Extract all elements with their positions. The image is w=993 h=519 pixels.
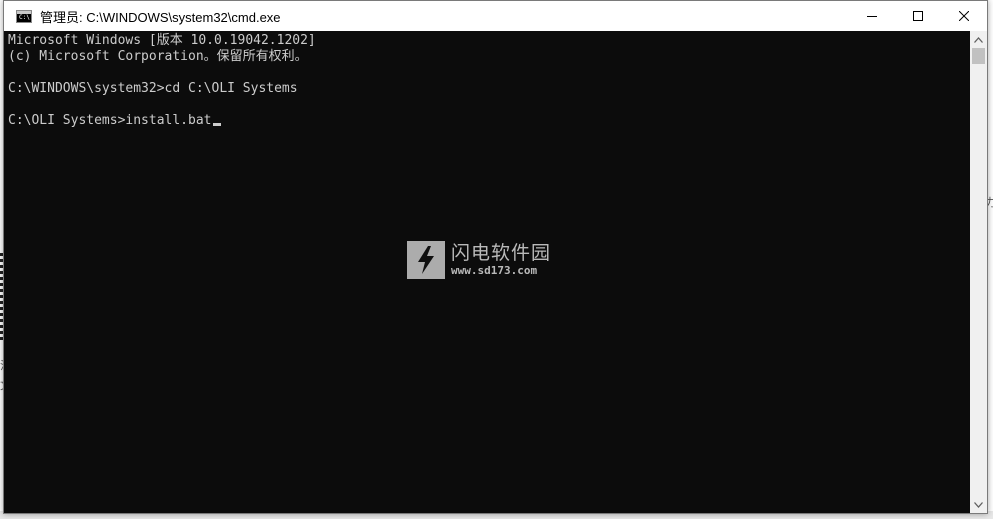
watermark-name: 闪电软件园 bbox=[451, 242, 552, 264]
cmd-window[interactable]: C:\ 管理员: C:\WINDOWS\system32\cmd.exe Mic… bbox=[3, 0, 988, 514]
text-cursor bbox=[212, 123, 221, 126]
maximize-icon bbox=[913, 11, 923, 21]
console-line: (c) Microsoft Corporation。保留所有权利。 bbox=[8, 49, 308, 64]
minimize-button[interactable] bbox=[849, 1, 895, 31]
lightning-icon bbox=[407, 241, 445, 279]
scrollbar-thumb[interactable] bbox=[972, 48, 985, 64]
chevron-down-icon bbox=[974, 501, 983, 508]
scroll-up-button[interactable] bbox=[970, 31, 987, 48]
maximize-button[interactable] bbox=[895, 1, 941, 31]
scroll-down-button[interactable] bbox=[970, 496, 987, 513]
console-line: Microsoft Windows [版本 10.0.19042.1202] bbox=[8, 33, 316, 48]
chevron-up-icon bbox=[974, 36, 983, 43]
console-prompt-line[interactable]: C:\OLI Systems>install.bat bbox=[8, 113, 970, 129]
close-icon bbox=[959, 11, 969, 21]
watermark-url: www.sd173.com bbox=[451, 264, 538, 277]
watermark: 闪电软件园 www.sd173.com bbox=[407, 241, 551, 279]
watermark-text: 闪电软件园 www.sd173.com bbox=[451, 242, 551, 278]
window-controls bbox=[849, 1, 987, 31]
console-line: C:\WINDOWS\system32>cd C:\OLI Systems bbox=[8, 81, 298, 96]
cmd-app-icon[interactable]: C:\ bbox=[16, 9, 32, 23]
close-button[interactable] bbox=[941, 1, 987, 31]
minimize-icon bbox=[867, 16, 877, 17]
title-bar[interactable]: C:\ 管理员: C:\WINDOWS\system32\cmd.exe bbox=[4, 1, 987, 31]
window-title: 管理员: C:\WINDOWS\system32\cmd.exe bbox=[40, 9, 281, 25]
vertical-scrollbar[interactable] bbox=[970, 31, 987, 513]
console-line: C:\OLI Systems>install.bat bbox=[8, 113, 212, 128]
